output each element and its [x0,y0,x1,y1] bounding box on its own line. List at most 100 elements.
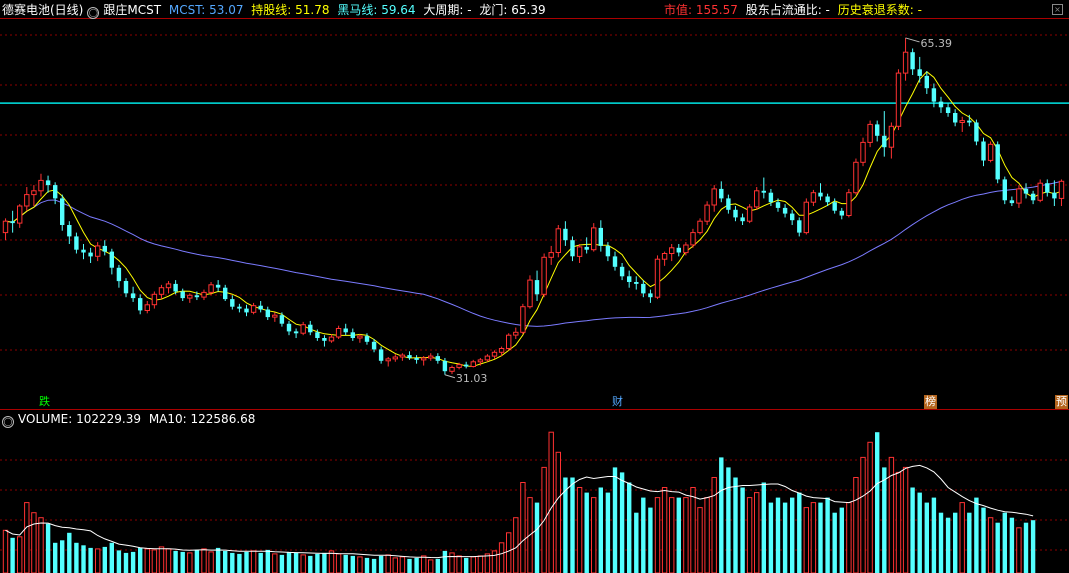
candle-body [938,101,944,108]
candle-body [959,120,965,123]
candle-body [201,291,207,298]
low-label: 31.03 [456,372,488,385]
volume-bar [144,548,151,573]
volume-bar [612,467,618,573]
volume-bar [790,497,795,573]
candle-body [627,276,632,282]
candle-body [308,324,313,333]
volume-bar [165,548,172,573]
volume-bar [237,553,242,573]
candle-body [144,304,151,311]
toggle-icon[interactable]: ◯ [87,7,100,19]
candle-body [548,252,554,258]
volume-bar [24,502,30,573]
candle-body [726,198,731,210]
volume-bar [867,441,873,573]
volume-bar [250,550,257,573]
volume-bar [315,553,320,573]
volume-bar [520,482,526,573]
volume-bar [357,556,363,573]
volume-bar [421,555,427,573]
candle-body [719,188,724,199]
volume-bar [584,492,589,573]
volume-bar [31,512,37,573]
candle-body [187,294,193,299]
volume-bar [902,466,909,573]
candle-body [570,240,575,257]
candle-body [165,283,172,289]
volume-bar [839,507,844,573]
candle-body [761,190,766,193]
volume-bar [130,551,136,573]
candle-body [477,359,484,363]
grid-lines [0,18,1069,551]
candle-body [272,314,278,318]
candle-body [350,332,355,338]
candle-body [534,280,540,295]
candle-body [860,141,866,163]
volume-bar [746,497,753,573]
candle-body [258,305,263,310]
volume-value: VOLUME: 102229.39 [18,412,141,426]
candle-body [81,249,86,253]
candle-body [953,113,958,123]
volume-bar [1023,522,1029,573]
candle-body [818,192,823,197]
volume-bar [180,551,185,573]
candle-body [591,227,597,251]
volume-bar [10,537,15,573]
candle-body [924,75,929,89]
volume-bar [385,554,391,573]
candle-body [506,334,512,350]
volume-bar [428,559,434,573]
candle-body [661,253,668,260]
volume-bar [924,502,929,573]
marker-finance[interactable]: 财 [611,395,624,409]
volume-bar [17,536,23,573]
candle-body [902,51,909,74]
marker-list[interactable]: 榜 [924,395,937,409]
candle-body [733,209,738,218]
candle-body [740,217,745,222]
volume-bar [407,558,412,573]
candle-body [315,332,320,338]
candle-body [974,122,979,142]
candle-body [464,364,469,367]
indicator-name[interactable]: 跟庄MCST [103,3,161,17]
candle-body [10,221,15,224]
candle-body [109,251,114,268]
marker-forecast[interactable]: 预 [1055,395,1068,409]
volume-bar [378,555,384,573]
dragon-gate-value: 龙门: 65.39 [479,3,546,17]
ma-long-line [5,180,1062,327]
volume-bar [627,482,632,573]
volume-bar [230,552,235,573]
close-icon[interactable]: × [1052,4,1063,15]
candle-body [392,356,399,360]
candle-body [790,213,795,221]
marker-fall[interactable]: 跌 [38,395,51,409]
candle-body [612,256,618,267]
candle-body [775,202,781,208]
candle-body [237,306,242,309]
price-header-right: 市值: 155.57 股东占流通比: - 历史衰退系数: - [664,2,926,18]
volume-toggle-icon[interactable]: ◯ [2,416,14,428]
volume-bar [576,487,583,573]
candle-body [1002,179,1007,201]
candle-body [123,281,129,294]
candle-body [1023,188,1029,194]
volume-bar [158,546,165,573]
candle-body [513,331,519,336]
volume-bar [293,552,299,573]
volume-bar [619,472,625,573]
candle-body [846,192,852,216]
volume-bar [464,557,469,573]
candle-body [1016,188,1022,204]
volume-bar [945,517,951,573]
volume-bar [498,542,505,573]
candle-body [38,179,44,192]
volume-bar [322,552,327,573]
candle-body [520,306,526,333]
candle-body [910,52,915,70]
volume-bar [676,497,681,573]
